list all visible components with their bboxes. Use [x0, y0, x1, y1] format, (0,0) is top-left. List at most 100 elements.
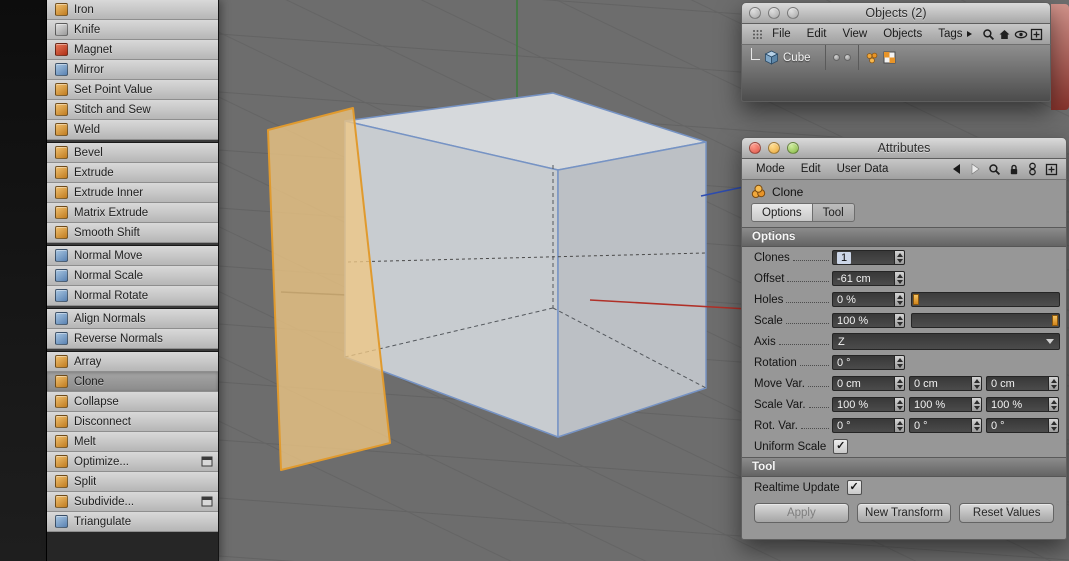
lock-icon[interactable]	[1005, 161, 1022, 178]
stepper-move-var-0[interactable]	[894, 376, 905, 391]
field-move-var-0[interactable]: 0 cm	[832, 376, 905, 391]
menu-item-smooth-shift[interactable]: Smooth Shift	[47, 223, 218, 243]
menu-item-weld[interactable]: Weld	[47, 120, 218, 140]
cube-right-face[interactable]	[557, 141, 707, 438]
stepper-up-icon[interactable]	[896, 378, 903, 383]
menu-item-melt[interactable]: Melt	[47, 432, 218, 452]
field-value[interactable]: 0 cm	[832, 376, 894, 391]
stepper-down-icon[interactable]	[896, 426, 903, 431]
menu-item-magnet[interactable]: Magnet	[47, 40, 218, 60]
stepper-up-icon[interactable]	[973, 378, 980, 383]
menu-item-collapse[interactable]: Collapse	[47, 392, 218, 412]
close-button[interactable]	[749, 7, 761, 19]
field-value[interactable]: 1	[832, 250, 894, 265]
menu-objects[interactable]: Objects	[875, 28, 930, 40]
menu-item-normal-rotate[interactable]: Normal Rotate	[47, 286, 218, 306]
stepper-offset[interactable]	[894, 271, 905, 286]
stepper-up-icon[interactable]	[1050, 420, 1057, 425]
stepper-rotation[interactable]	[894, 355, 905, 370]
search-icon[interactable]	[986, 161, 1003, 178]
apply-button[interactable]: Apply	[754, 503, 849, 523]
field-offset[interactable]: -61 cm	[832, 271, 905, 286]
checkbox-realtime-update[interactable]: ✓	[846, 480, 862, 495]
tab-tool[interactable]: Tool	[811, 203, 855, 222]
stepper-up-icon[interactable]	[896, 294, 903, 299]
zoom-button[interactable]	[787, 7, 799, 19]
stepper-rot-var-0[interactable]	[894, 418, 905, 433]
field-clones[interactable]: 1	[832, 250, 905, 265]
stepper-scale-var-2[interactable]	[1048, 397, 1059, 412]
field-value[interactable]: 0 °	[832, 418, 894, 433]
menu-item-mirror[interactable]: Mirror	[47, 60, 218, 80]
menu-item-subdivide[interactable]: Subdivide...	[47, 492, 218, 512]
home-icon[interactable]	[998, 26, 1012, 43]
menu-item-matrix-extrude[interactable]: Matrix Extrude	[47, 203, 218, 223]
phong-tag-icon[interactable]	[865, 51, 879, 65]
field-value[interactable]: -61 cm	[832, 271, 894, 286]
stepper-up-icon[interactable]	[896, 315, 903, 320]
field-value[interactable]: 0 %	[832, 292, 894, 307]
slider-holes[interactable]	[911, 292, 1060, 307]
field-scale-var-1[interactable]: 100 %	[909, 397, 982, 412]
menu-tags[interactable]: Tags	[930, 28, 979, 40]
menu-item-set-point-value[interactable]: Set Point Value	[47, 80, 218, 100]
field-value[interactable]: 100 %	[832, 313, 894, 328]
stepper-move-var-2[interactable]	[1048, 376, 1059, 391]
add-object-icon[interactable]	[1030, 26, 1044, 43]
objects-titlebar[interactable]: Objects (2)	[741, 2, 1051, 24]
stepper-clones[interactable]	[894, 250, 905, 265]
stepper-down-icon[interactable]	[1050, 384, 1057, 389]
stepper-rot-var-2[interactable]	[1048, 418, 1059, 433]
objects-list[interactable]: Cube	[741, 45, 1051, 102]
stepper-up-icon[interactable]	[973, 399, 980, 404]
attributes-object-row[interactable]: Clone	[742, 180, 1066, 203]
menu-mode[interactable]: Mode	[748, 163, 793, 175]
menu-item-optimize[interactable]: Optimize...	[47, 452, 218, 472]
forward-icon[interactable]	[967, 161, 984, 178]
stepper-down-icon[interactable]	[896, 279, 903, 284]
stepper-up-icon[interactable]	[896, 399, 903, 404]
object-row-cube[interactable]: Cube	[742, 45, 1050, 70]
stepper-down-icon[interactable]	[973, 426, 980, 431]
stepper-scale-var-0[interactable]	[894, 397, 905, 412]
menu-item-split[interactable]: Split	[47, 472, 218, 492]
menu-edit[interactable]: Edit	[793, 163, 829, 175]
zoom-button[interactable]	[787, 142, 799, 154]
stepper-down-icon[interactable]	[973, 384, 980, 389]
add-panel-icon[interactable]	[1043, 161, 1060, 178]
menu-item-normal-scale[interactable]: Normal Scale	[47, 266, 218, 286]
menu-item-normal-move[interactable]: Normal Move	[47, 246, 218, 266]
slider-thumb[interactable]	[1052, 315, 1058, 326]
field-rot-var-2[interactable]: 0 °	[986, 418, 1059, 433]
grip-icon[interactable]	[750, 26, 764, 43]
field-value[interactable]: 100 %	[832, 397, 894, 412]
field-value[interactable]: 0 °	[986, 418, 1048, 433]
menu-item-array[interactable]: Array	[47, 352, 218, 372]
field-value[interactable]: 0 °	[832, 355, 894, 370]
menu-item-extrude[interactable]: Extrude	[47, 163, 218, 183]
stepper-down-icon[interactable]	[973, 405, 980, 410]
menu-item-knife[interactable]: Knife	[47, 20, 218, 40]
stepper-scale[interactable]	[894, 313, 905, 328]
menu-user-data[interactable]: User Data	[829, 163, 897, 175]
field-rot-var-0[interactable]: 0 °	[832, 418, 905, 433]
field-value[interactable]: 0 cm	[986, 376, 1048, 391]
field-value[interactable]: 0 cm	[909, 376, 971, 391]
stepper-down-icon[interactable]	[1050, 405, 1057, 410]
attributes-titlebar[interactable]: Attributes	[741, 137, 1067, 159]
visibility-dot[interactable]	[844, 54, 851, 61]
menu-file[interactable]: File	[764, 28, 799, 40]
back-icon[interactable]	[948, 161, 965, 178]
stepper-up-icon[interactable]	[896, 357, 903, 362]
reset-values-button[interactable]: Reset Values	[959, 503, 1055, 523]
menu-item-extrude-inner[interactable]: Extrude Inner	[47, 183, 218, 203]
menu-item-iron[interactable]: Iron	[47, 0, 218, 20]
menu-item-clone[interactable]: Clone	[47, 372, 218, 392]
field-scale[interactable]: 100 %	[832, 313, 905, 328]
search-icon[interactable]	[982, 26, 996, 43]
menu-item-disconnect[interactable]: Disconnect	[47, 412, 218, 432]
visibility-dots[interactable]	[825, 45, 859, 70]
texture-tag-icon[interactable]	[883, 51, 896, 64]
stepper-scale-var-1[interactable]	[971, 397, 982, 412]
field-rotation[interactable]: 0 °	[832, 355, 905, 370]
